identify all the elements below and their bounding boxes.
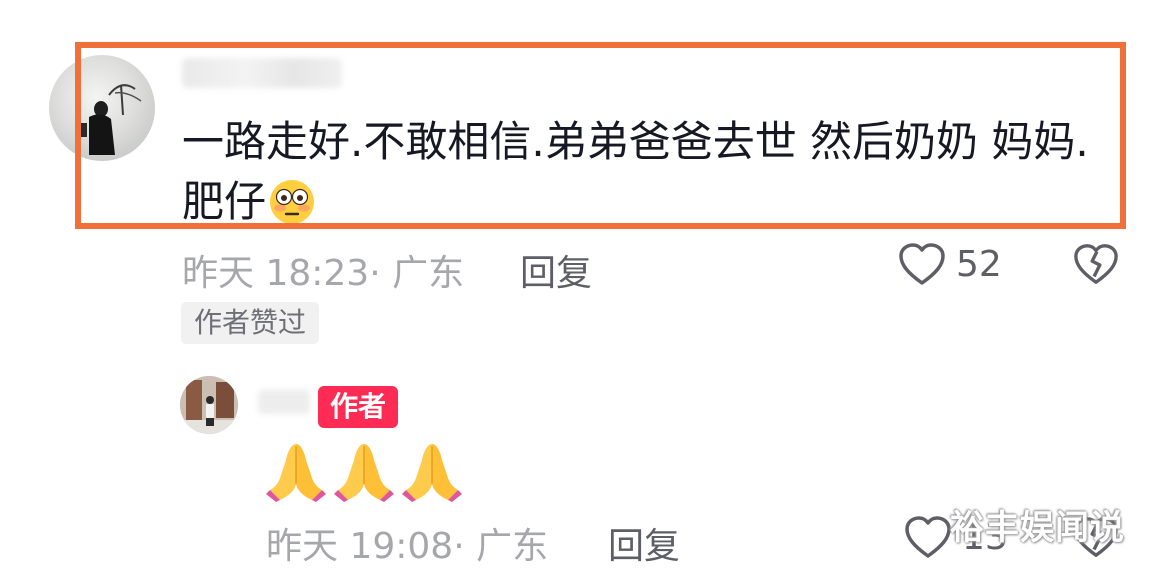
reply-time: 昨天 19:08 xyxy=(266,526,454,567)
author-badge: 作者 xyxy=(318,386,399,428)
avatar-photo-icon xyxy=(180,376,238,434)
reply-text: 🙏🙏🙏 xyxy=(266,440,415,487)
heart-icon xyxy=(905,516,951,558)
like-button[interactable] xyxy=(898,243,946,291)
author-liked-badge: 作者赞过 xyxy=(181,302,320,344)
comment-meta: 昨天 18:23· 广东 xyxy=(182,244,464,296)
reply-emoji-row: 🙏🙏🙏 xyxy=(266,440,466,506)
highlight-frame xyxy=(75,42,1126,229)
reply-to-reply-button[interactable]: 回复 xyxy=(608,517,680,569)
reply-meta: 昨天 19:08· 广东 xyxy=(266,517,548,569)
broken-heart-icon xyxy=(1074,244,1118,284)
author-avatar[interactable] xyxy=(180,376,238,434)
comment-location: · 广东 xyxy=(369,253,465,294)
heart-icon xyxy=(899,243,945,285)
dislike-button[interactable] xyxy=(1073,243,1119,291)
reply-location: · 广东 xyxy=(453,526,549,567)
reply-button[interactable]: 回复 xyxy=(520,244,592,296)
comment-time: 昨天 18:23 xyxy=(182,253,370,294)
like-count: 52 xyxy=(956,244,1002,285)
author-name-blurred xyxy=(258,390,310,414)
watermark: 裕丰娱闻说 xyxy=(950,508,1125,548)
reply-like-button[interactable] xyxy=(904,516,952,564)
